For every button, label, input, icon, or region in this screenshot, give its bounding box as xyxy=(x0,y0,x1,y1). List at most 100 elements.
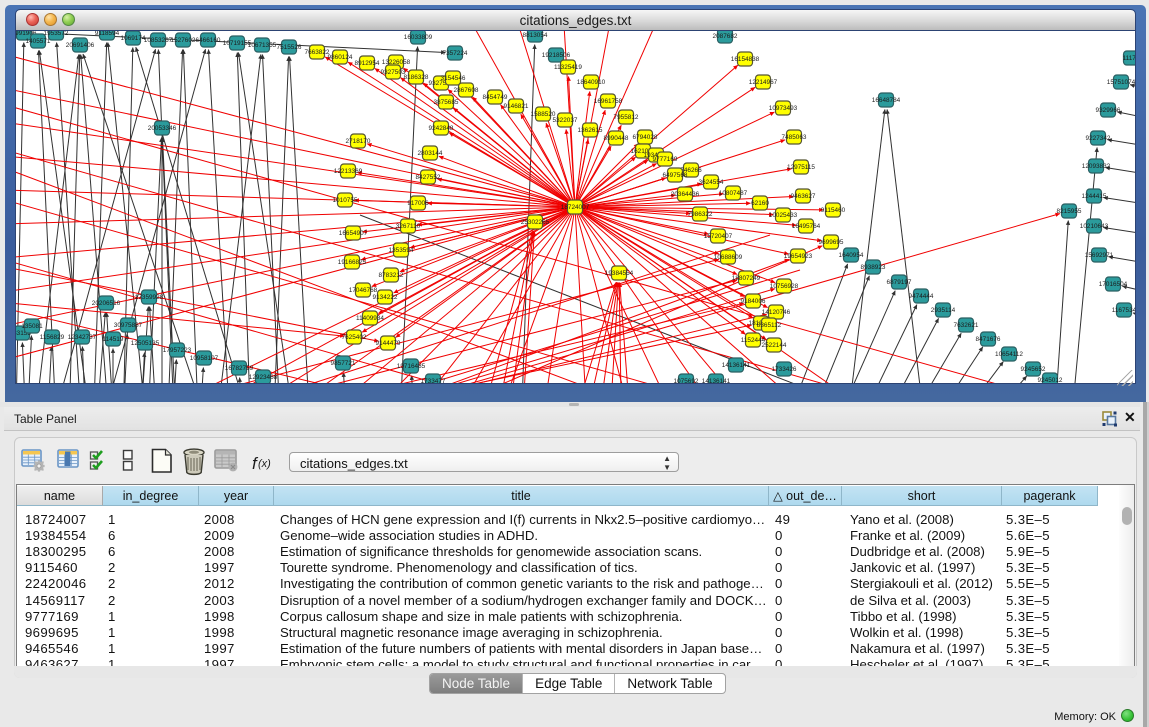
svg-text:20206516: 20206516 xyxy=(92,300,121,307)
svg-text:(x): (x) xyxy=(258,458,271,470)
svg-text:8215955: 8215955 xyxy=(1057,208,1082,215)
svg-text:16495764: 16495764 xyxy=(792,223,821,230)
svg-text:19716485: 19716485 xyxy=(397,363,426,370)
svg-text:10807487: 10807487 xyxy=(719,190,748,197)
svg-text:16961758: 16961758 xyxy=(594,98,623,105)
svg-text:114519: 114519 xyxy=(103,336,124,343)
svg-text:8186328: 8186328 xyxy=(404,74,429,81)
svg-text:3154546: 3154546 xyxy=(441,75,466,82)
svg-text:5322037: 5322037 xyxy=(553,117,578,124)
svg-text:8471676: 8471676 xyxy=(976,336,1001,343)
svg-text:14136141: 14136141 xyxy=(702,378,731,383)
svg-text:1353594: 1353594 xyxy=(389,247,414,254)
svg-text:9184006: 9184006 xyxy=(741,298,766,305)
svg-text:10958107: 10958107 xyxy=(190,355,219,362)
svg-text:14136141: 14136141 xyxy=(722,362,751,369)
svg-text:18724007: 18724007 xyxy=(561,204,590,211)
svg-text:1405571: 1405571 xyxy=(26,38,51,45)
svg-text:7357224: 7357224 xyxy=(443,50,468,57)
svg-text:12342737: 12342737 xyxy=(68,334,97,341)
svg-text:1953572: 1953572 xyxy=(44,31,69,37)
svg-text:3875685: 3875685 xyxy=(434,99,459,106)
svg-text:19166825: 19166825 xyxy=(338,259,367,266)
svg-text:1075692: 1075692 xyxy=(674,378,699,383)
svg-text:2935114: 2935114 xyxy=(931,307,956,314)
svg-text:1069174: 1069174 xyxy=(121,35,146,42)
svg-text:9857721: 9857721 xyxy=(331,360,356,367)
svg-text:14120746: 14120746 xyxy=(762,309,791,316)
svg-text:20364436: 20364436 xyxy=(671,191,700,198)
svg-text:9134222: 9134222 xyxy=(373,294,398,301)
svg-text:30975887: 30975887 xyxy=(114,322,143,329)
svg-text:11174: 11174 xyxy=(1123,55,1135,62)
svg-text:12213369: 12213369 xyxy=(334,168,363,175)
svg-text:2522144: 2522144 xyxy=(762,342,787,349)
svg-text:7515526: 7515526 xyxy=(277,44,302,51)
svg-text:15692971: 15692971 xyxy=(1085,252,1114,259)
svg-text:10688609: 10688609 xyxy=(714,254,743,261)
svg-text:1733477: 1733477 xyxy=(421,378,446,383)
svg-text:9329966: 9329966 xyxy=(1096,107,1121,114)
svg-text:2803144: 2803144 xyxy=(418,150,443,157)
svg-text:20691406: 20691406 xyxy=(66,42,95,49)
svg-text:10756928: 10756928 xyxy=(770,283,799,290)
svg-text:12923468: 12923468 xyxy=(249,374,278,381)
svg-text:6879197: 6879197 xyxy=(887,279,912,286)
svg-text:1244415: 1244415 xyxy=(1082,193,1107,200)
svg-text:9227342: 9227342 xyxy=(1086,135,1111,142)
svg-text:25302265: 25302265 xyxy=(521,219,550,226)
svg-text:10025433: 10025433 xyxy=(769,212,798,219)
svg-text:16654907: 16654907 xyxy=(339,230,368,237)
svg-text:1640954: 1640954 xyxy=(839,252,864,259)
svg-text:6466160: 6466160 xyxy=(196,37,221,44)
svg-text:9144479: 9144479 xyxy=(376,340,401,347)
svg-text:8912954: 8912954 xyxy=(355,60,380,67)
svg-text:1167534: 1167534 xyxy=(1112,307,1135,314)
svg-text:10210643: 10210643 xyxy=(1080,223,1109,230)
svg-text:8783212: 8783212 xyxy=(379,272,404,279)
svg-text:9146821: 9146821 xyxy=(504,103,529,110)
svg-text:10973493: 10973493 xyxy=(769,105,798,112)
svg-text:15720407: 15720407 xyxy=(704,233,733,240)
svg-text:9777169: 9777169 xyxy=(653,156,678,163)
svg-text:17046768: 17046768 xyxy=(349,287,378,294)
svg-text:12505135: 12505135 xyxy=(131,340,160,347)
svg-text:7632621: 7632621 xyxy=(954,322,979,329)
svg-text:7955812: 7955812 xyxy=(614,114,639,121)
svg-text:6497568: 6497568 xyxy=(663,172,688,179)
svg-text:8365112: 8365112 xyxy=(757,322,782,329)
svg-text:18807249: 18807249 xyxy=(732,275,761,282)
svg-text:1010755: 1010755 xyxy=(333,197,358,204)
svg-text:9860124: 9860124 xyxy=(328,54,353,61)
svg-text:2718170: 2718170 xyxy=(346,138,371,145)
svg-text:2087682: 2087682 xyxy=(713,33,738,40)
svg-text:135081: 135081 xyxy=(21,323,43,330)
svg-text:18640910: 18640910 xyxy=(577,79,606,86)
svg-text:7485063: 7485063 xyxy=(782,134,807,141)
svg-text:17359928: 17359928 xyxy=(135,294,164,301)
svg-text:20053346: 20053346 xyxy=(148,125,177,132)
svg-text:9245012: 9245012 xyxy=(1038,377,1063,383)
svg-text:19218506: 19218506 xyxy=(542,52,571,59)
svg-text:62160: 62160 xyxy=(751,200,769,207)
svg-text:17016504: 17016504 xyxy=(1099,281,1128,288)
svg-text:15751074: 15751074 xyxy=(1107,79,1135,86)
svg-text:9245652: 9245652 xyxy=(1021,366,1046,373)
svg-text:9118594: 9118594 xyxy=(95,31,120,37)
svg-text:9242848: 9242848 xyxy=(429,125,454,132)
svg-text:16782759: 16782759 xyxy=(225,365,254,372)
svg-text:2867608: 2867608 xyxy=(454,87,479,94)
svg-text:17957223: 17957223 xyxy=(163,347,192,354)
svg-text:10853267: 10853267 xyxy=(144,37,173,44)
svg-text:16648784: 16648784 xyxy=(872,97,901,104)
svg-text:10654112: 10654112 xyxy=(995,351,1023,358)
svg-text:12093832: 12093832 xyxy=(1082,163,1111,170)
svg-text:1527602: 1527602 xyxy=(171,37,196,44)
svg-text:6794028: 6794028 xyxy=(633,134,658,141)
svg-text:11325419: 11325419 xyxy=(554,64,582,71)
svg-text:3624554: 3624554 xyxy=(699,179,724,186)
svg-text:7625402: 7625402 xyxy=(342,334,367,341)
svg-text:1362615: 1362615 xyxy=(578,127,603,134)
svg-text:8990448: 8990448 xyxy=(604,135,629,142)
svg-text:9115460: 9115460 xyxy=(821,207,846,214)
